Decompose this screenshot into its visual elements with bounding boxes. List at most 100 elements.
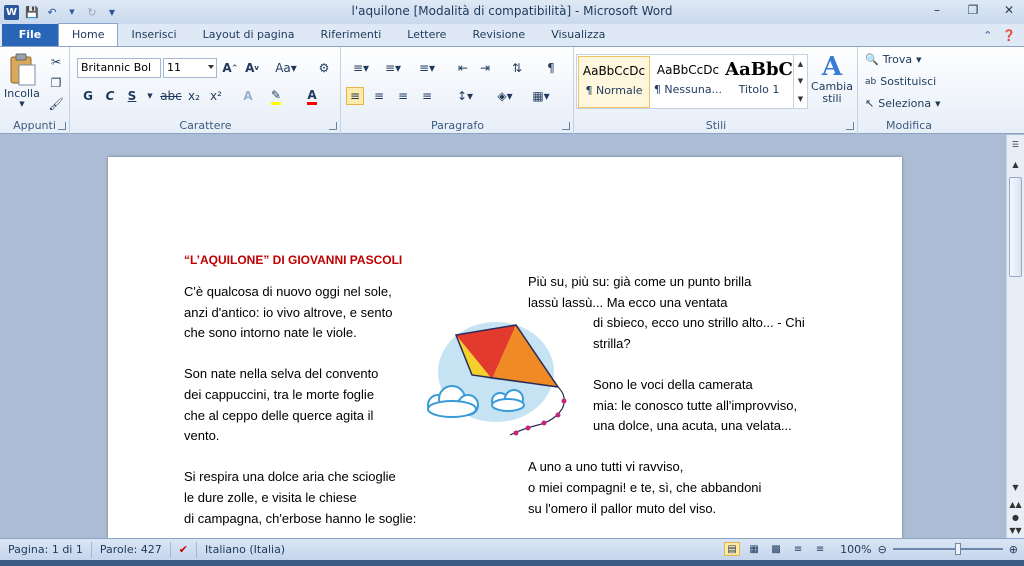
stanza: Son nate nella selva del convento dei ca… [184,364,444,446]
word-count[interactable]: Parole: 427 [92,541,171,558]
zoom-in-icon[interactable]: ⊕ [1009,543,1018,556]
poem-line: o miei compagni! e te, sì, che abbandoni [528,479,762,495]
tab-view[interactable]: Visualizza [538,24,618,46]
chevron-up-icon[interactable]: ▲ [1007,157,1024,171]
change-styles-label: Cambia stili [811,80,853,105]
dialog-launcher-icon[interactable] [562,122,570,130]
align-center-icon[interactable]: ≡ [370,87,388,105]
web-layout-icon[interactable]: ▩ [768,542,784,556]
zoom-slider[interactable] [892,543,1003,555]
grow-font-icon[interactable]: A ^ [221,59,239,77]
shading-icon[interactable]: ◈▾ [492,87,518,105]
previous-page-icon[interactable]: ▲▲ [1007,497,1024,511]
text-effects-icon[interactable]: A [239,87,257,105]
align-right-icon[interactable]: ≡ [394,87,412,105]
tab-insert[interactable]: Inserisci [118,24,189,46]
print-layout-view-icon[interactable]: ▤ [724,542,741,556]
change-styles-button[interactable]: A Cambia stili [811,53,853,105]
chevron-down-icon[interactable]: ▼ [798,77,803,85]
decrease-indent-icon[interactable]: ⇤ [454,59,472,77]
font-name-combo[interactable]: Britannic Bol [77,58,161,78]
close-icon[interactable]: ✕ [1000,2,1018,18]
draft-view-icon[interactable]: ≡ [812,542,828,556]
style-no-spacing[interactable]: AaBbCcDc ¶ Nessuna... [652,56,724,108]
multilevel-list-icon[interactable]: ≡▾ [414,59,440,77]
style-heading-1[interactable]: AaBbC Titolo 1 [725,56,793,108]
find-button[interactable]: 🔍 Trova ▼ [865,53,921,66]
show-formatting-icon[interactable]: ¶ [542,59,560,77]
document-area[interactable]: “L’AQUILONE” DI GIOVANNI PASCOLI C'è qua… [0,135,1006,538]
font-size-combo[interactable]: 11 [163,58,217,78]
outline-view-icon[interactable]: ≡ [790,542,806,556]
change-case-icon[interactable]: Aa▾ [273,59,299,77]
kite-illustration[interactable] [418,317,588,447]
sort-icon[interactable]: ⇅ [508,59,526,77]
minimize-icon[interactable]: – [928,2,946,18]
scroll-thumb[interactable] [1009,177,1022,277]
tab-review[interactable]: Revisione [459,24,538,46]
tab-file[interactable]: File [2,24,58,46]
browse-object-icon[interactable]: ● [1007,510,1024,524]
language-indicator[interactable]: Italiano (Italia) [197,542,293,558]
underline-button[interactable]: S [123,87,141,105]
style-normal[interactable]: AaBbCcDc ¶ Normale [578,56,650,108]
align-left-icon[interactable]: ≡ [346,87,364,105]
save-icon[interactable]: 💾 [25,5,39,19]
font-color-icon[interactable]: A [303,87,321,105]
redo-icon[interactable]: ↻ [85,5,99,19]
line-spacing-icon[interactable]: ↕▾ [452,87,478,105]
chevron-down-icon[interactable]: ▼ [141,87,159,105]
stanza: C'è qualcosa di nuovo oggi nel sole, anz… [184,282,444,344]
zoom-slider-thumb[interactable] [954,543,961,555]
vertical-scrollbar[interactable]: ☰ ▲ ▼ ▲▲ ● ▼▼ [1006,135,1024,538]
tab-mailings[interactable]: Lettere [394,24,459,46]
shrink-font-icon[interactable]: Av [243,59,261,77]
bullets-icon[interactable]: ≡▾ [348,59,374,77]
chevron-down-icon[interactable]: ▼ [65,5,79,19]
cut-icon[interactable]: ✂ [47,53,65,71]
tab-home[interactable]: Home [58,23,119,46]
document-page[interactable]: “L’AQUILONE” DI GIOVANNI PASCOLI C'è qua… [108,157,902,538]
replace-button[interactable]: ab Sostituisci [865,75,936,88]
strikethrough-button[interactable]: abc [159,87,183,105]
next-page-icon[interactable]: ▼▼ [1007,523,1024,537]
font-name-value: Britannic Bol [81,61,152,74]
highlight-color-icon[interactable]: ✎ [267,87,285,105]
restore-icon[interactable]: ❐ [964,2,982,18]
dialog-launcher-icon[interactable] [846,122,854,130]
bold-button[interactable]: G [79,87,97,105]
numbering-icon[interactable]: ≡▾ [380,59,406,77]
chevron-up-icon[interactable]: ▲ [798,60,803,68]
borders-icon[interactable]: ▦▾ [528,87,554,105]
italic-button[interactable]: C [101,87,119,105]
customize-toolbar-icon[interactable]: ▼ [105,5,119,19]
minimize-ribbon-icon[interactable]: ⌃ [983,29,992,42]
ruler-toggle-icon[interactable]: ☰ [1007,137,1024,151]
zoom-level[interactable]: 100% [840,543,871,556]
tab-page-layout[interactable]: Layout di pagina [190,24,308,46]
chevron-down-icon[interactable]: ▼ [1007,480,1024,494]
zoom-out-icon[interactable]: ⊖ [878,543,887,556]
gallery-scroll[interactable]: ▲ ▼ ▼ [793,55,807,108]
clear-formatting-icon[interactable]: ⚙ [315,59,333,77]
dialog-launcher-icon[interactable] [329,122,337,130]
undo-icon[interactable]: ↶ [45,5,59,19]
justify-icon[interactable]: ≡ [418,87,436,105]
subscript-button[interactable]: x₂ [185,87,203,105]
more-icon[interactable]: ▼ [798,95,803,103]
full-screen-reading-icon[interactable]: ▦ [746,542,762,556]
dialog-launcher-icon[interactable] [58,122,66,130]
ribbon-tabs: File Home Inserisci Layout di pagina Rif… [0,23,1024,47]
increase-indent-icon[interactable]: ⇥ [476,59,494,77]
superscript-button[interactable]: x² [207,87,225,105]
copy-icon[interactable]: ❐ [47,74,65,92]
window-title: l'aquilone [Modalità di compatibilità] -… [351,4,673,18]
format-painter-icon[interactable]: 🖌 [47,95,65,113]
paste-button[interactable]: Incolla ▼ [4,53,40,108]
select-button[interactable]: ↖ Seleziona ▼ [865,97,940,110]
word-app-icon[interactable]: W [4,4,19,20]
proofing-icon[interactable]: ✔ [171,541,198,558]
page-count[interactable]: Pagina: 1 di 1 [0,541,92,558]
help-icon[interactable]: ❓ [1002,29,1016,42]
tab-references[interactable]: Riferimenti [308,24,395,46]
